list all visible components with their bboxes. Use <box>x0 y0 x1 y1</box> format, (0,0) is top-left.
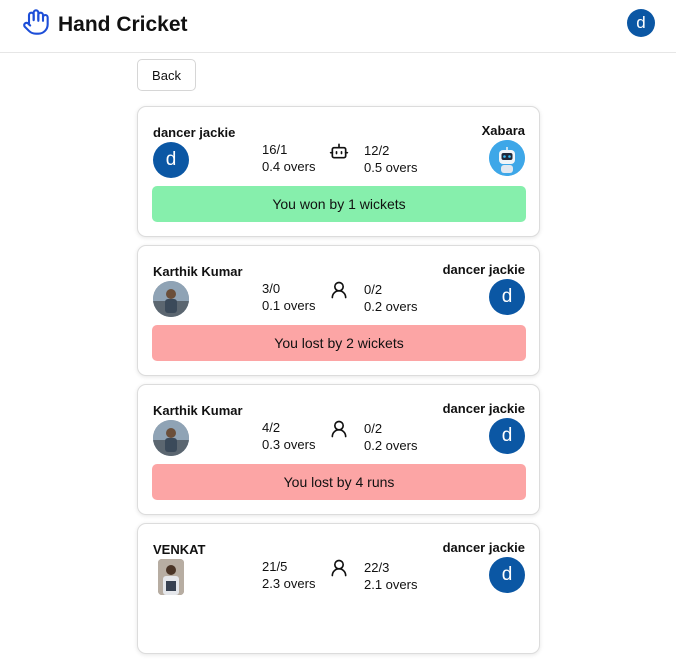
match-card[interactable]: Karthik Kumar 3/0 0.1 overs 0/2 0.2 over… <box>137 245 540 376</box>
avatar: d <box>489 279 525 315</box>
person-icon <box>329 419 349 439</box>
score-overs: 0.5 overs <box>364 160 418 175</box>
person-icon <box>329 280 349 300</box>
result-banner: You lost by 4 runs <box>152 464 526 500</box>
result-banner: You won by 1 wickets <box>152 186 526 222</box>
avatar: d <box>489 557 525 593</box>
player-left-name: VENKAT <box>153 542 206 557</box>
person-icon <box>329 558 349 578</box>
player-right-score: 0/2 0.2 overs <box>364 420 417 454</box>
score-runs: 22/3 <box>364 560 390 575</box>
brand[interactable]: Hand Cricket <box>22 8 188 41</box>
player-right-score: 12/2 0.5 overs <box>364 142 417 176</box>
match-card[interactable]: VENKAT 21/5 2.3 overs 22/3 2.1 overs dan… <box>137 523 540 654</box>
player-left-name: Karthik Kumar <box>153 403 243 418</box>
user-avatar[interactable]: d <box>627 9 655 37</box>
score-runs: 16/1 <box>262 142 288 157</box>
score-overs: 2.3 overs <box>262 576 316 591</box>
score-runs: 4/2 <box>262 420 281 435</box>
score-overs: 0.3 overs <box>262 437 316 452</box>
app-title: Hand Cricket <box>58 12 188 36</box>
player-right-name: dancer jackie <box>442 401 525 416</box>
result-banner: You lost by 2 wickets <box>152 325 526 361</box>
score-runs: 12/2 <box>364 143 390 158</box>
player-left-name: Karthik Kumar <box>153 264 243 279</box>
score-runs: 0/2 <box>364 282 383 297</box>
score-runs: 0/2 <box>364 421 383 436</box>
player-left-score: 16/1 0.4 overs <box>262 141 315 175</box>
score-overs: 0.2 overs <box>364 299 418 314</box>
avatar: d <box>153 142 189 178</box>
score-runs: 3/0 <box>262 281 281 296</box>
score-overs: 2.1 overs <box>364 577 418 592</box>
player-left-name: dancer jackie <box>153 125 236 140</box>
avatar <box>153 420 189 456</box>
avatar <box>153 281 189 317</box>
player-right-score: 22/3 2.1 overs <box>364 559 417 593</box>
score-runs: 21/5 <box>262 559 288 574</box>
robot-avatar <box>489 140 525 176</box>
avatar <box>158 559 184 595</box>
player-right-name: dancer jackie <box>442 262 525 277</box>
player-right-score: 0/2 0.2 overs <box>364 281 417 315</box>
app-header: Hand Cricket d <box>0 0 676 53</box>
score-overs: 0.4 overs <box>262 159 316 174</box>
player-left-score: 3/0 0.1 overs <box>262 280 315 314</box>
hand-icon <box>22 8 50 41</box>
match-card[interactable]: dancer jackie d 16/1 0.4 overs 12/2 0.5 … <box>137 106 540 237</box>
player-right-name: dancer jackie <box>442 540 525 555</box>
robot-icon <box>329 141 349 161</box>
avatar: d <box>489 418 525 454</box>
score-overs: 0.2 overs <box>364 438 418 453</box>
back-button[interactable]: Back <box>137 59 196 91</box>
player-right-name: Xabara <box>481 123 525 138</box>
player-left-score: 4/2 0.3 overs <box>262 419 315 453</box>
match-card[interactable]: Karthik Kumar 4/2 0.3 overs 0/2 0.2 over… <box>137 384 540 515</box>
score-overs: 0.1 overs <box>262 298 316 313</box>
match-history-list: dancer jackie d 16/1 0.4 overs 12/2 0.5 … <box>137 106 540 662</box>
player-left-score: 21/5 2.3 overs <box>262 558 315 592</box>
